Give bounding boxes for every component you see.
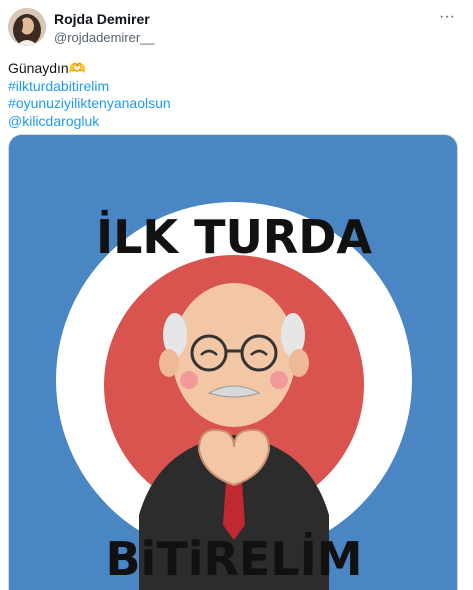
avatar-image xyxy=(8,8,46,46)
tweet-text-line: Günaydın🫶 xyxy=(8,60,87,76)
illustration: İLK TURDA BiTiRELİM xyxy=(9,135,457,590)
display-name[interactable]: Rojda Demirer xyxy=(54,11,155,28)
more-icon[interactable]: ··· xyxy=(435,9,459,25)
lettering-top: İLK TURDA xyxy=(96,210,372,264)
tweet-card: Rojda Demirer @rojdademirer__ ··· Günayd… xyxy=(0,0,473,590)
avatar[interactable] xyxy=(8,8,46,46)
mention-link[interactable]: @kilicdarogluk xyxy=(8,113,171,131)
hashtag-link[interactable]: #oyunuziyiliktenyanaolsun xyxy=(8,95,171,113)
username-handle[interactable]: @rojdademirer__ xyxy=(54,29,155,47)
hashtag-link[interactable]: #ilkturdabitirelim xyxy=(8,78,171,96)
lettering-bottom: BiTiRELİM xyxy=(105,532,362,586)
character-head xyxy=(172,283,296,427)
tweet-media-image[interactable]: İLK TURDA BiTiRELİM xyxy=(8,134,458,590)
tweet-header: Rojda Demirer @rojdademirer__ xyxy=(54,11,155,47)
tweet-text: Günaydın🫶 #ilkturdabitirelim #oyunuziyil… xyxy=(8,60,171,130)
